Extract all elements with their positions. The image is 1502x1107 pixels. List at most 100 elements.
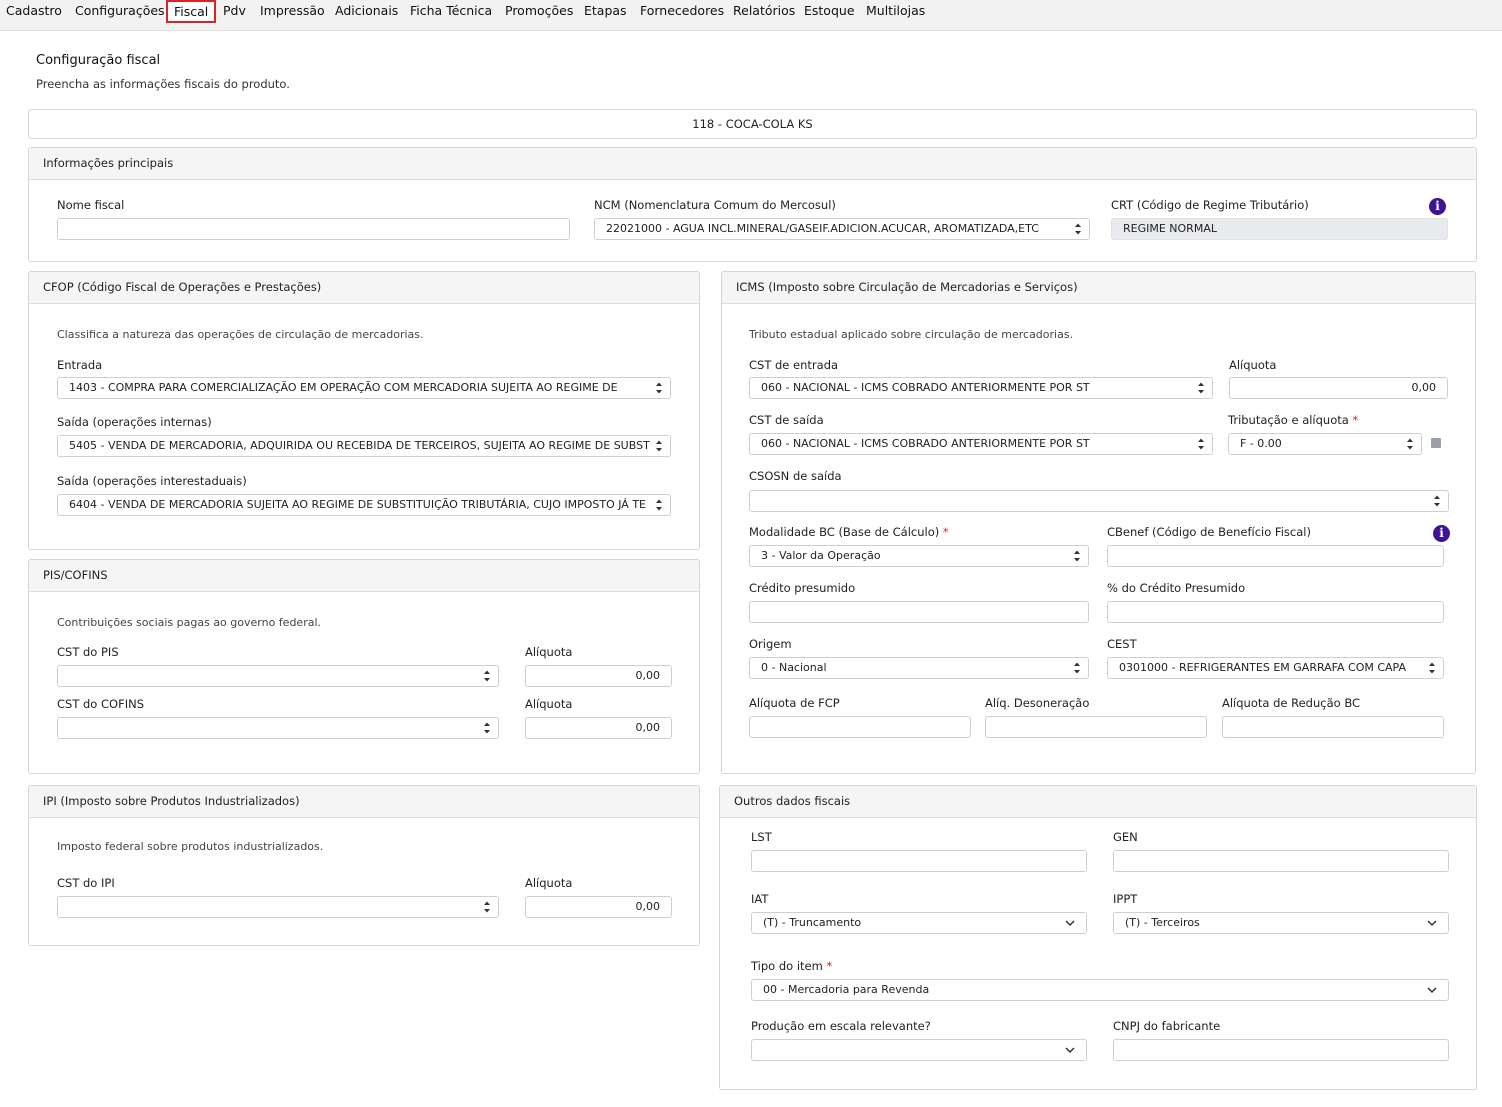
main-info-header: Informações principais — [29, 148, 1476, 180]
pct-credito-input[interactable] — [1107, 601, 1444, 623]
chevron-down-icon — [1427, 920, 1437, 927]
select-arrows-icon — [1074, 550, 1080, 562]
cst-saida-select-value: 060 - NACIONAL - ICMS COBRADO ANTERIORME… — [761, 437, 1090, 450]
aliquota-ipi-input[interactable]: 0,00 — [525, 896, 672, 918]
select-arrows-icon — [1198, 438, 1204, 450]
cst-saida-select[interactable]: 060 - NACIONAL - ICMS COBRADO ANTERIORME… — [749, 433, 1213, 455]
ipi-description: Imposto federal sobre produtos industria… — [57, 840, 324, 853]
tributacao-select-value: F - 0.00 — [1240, 437, 1282, 450]
tab-fiscal[interactable]: Fiscal — [166, 0, 217, 23]
tab-estoque[interactable]: Estoque — [804, 0, 855, 22]
saida-internas-select-value: 5405 - VENDA DE MERCADORIA, ADQUIRIDA OU… — [69, 439, 650, 452]
saida-internas-label: Saída (operações internas) — [57, 415, 212, 429]
tab-pdv[interactable]: Pdv — [223, 0, 246, 22]
escala-select[interactable] — [751, 1039, 1087, 1061]
iat-select[interactable]: (T) - Truncamento — [751, 912, 1087, 934]
cst-entrada-select[interactable]: 060 - NACIONAL - ICMS COBRADO ANTERIORME… — [749, 377, 1213, 399]
select-arrows-icon — [1074, 662, 1080, 674]
tab-multilojas[interactable]: Multilojas — [866, 0, 925, 22]
chevron-down-icon — [1427, 987, 1437, 994]
desoneracao-input[interactable] — [985, 716, 1207, 738]
entrada-select[interactable]: 1403 - COMPRA PARA COMERCIALIZAÇÃO EM OP… — [57, 377, 671, 399]
ippt-select[interactable]: (T) - Terceiros — [1113, 912, 1449, 934]
ncm-label: NCM (Nomenclatura Comum do Mercosul) — [594, 198, 836, 212]
origem-select[interactable]: 0 - Nacional — [749, 657, 1089, 679]
crt-label: CRT (Código de Regime Tributário) — [1111, 198, 1309, 212]
icms-header: ICMS (Imposto sobre Circulação de Mercad… — [722, 272, 1475, 304]
select-arrows-icon — [484, 722, 490, 734]
aliquota-cofins-input[interactable]: 0,00 — [525, 717, 672, 739]
cst-entrada-label: CST de entrada — [749, 358, 839, 372]
select-arrows-icon — [1198, 382, 1204, 394]
cst-ipi-label: CST do IPI — [57, 876, 115, 890]
lst-input[interactable] — [751, 850, 1087, 872]
tributacao-label-text: Tributação e alíquota — [1228, 413, 1349, 427]
calculator-icon[interactable] — [1431, 438, 1441, 448]
tab-cadastro[interactable]: Cadastro — [6, 0, 62, 22]
select-arrows-icon — [1429, 662, 1435, 674]
icms-description: Tributo estadual aplicado sobre circulaç… — [749, 328, 1074, 341]
crt-input: REGIME NORMAL — [1111, 218, 1448, 240]
select-arrows-icon — [1434, 495, 1440, 507]
select-arrows-icon — [484, 670, 490, 682]
reducao-bc-input[interactable] — [1222, 716, 1444, 738]
cst-ipi-select[interactable] — [57, 896, 499, 918]
tab-impressao[interactable]: Impressão — [260, 0, 325, 22]
cest-label: CEST — [1107, 637, 1137, 651]
tributacao-select[interactable]: F - 0.00 — [1228, 433, 1422, 455]
ipi-panel: IPI (Imposto sobre Produtos Industrializ… — [28, 785, 700, 946]
iat-label: IAT — [751, 892, 769, 906]
select-arrows-icon — [656, 382, 662, 394]
csosn-select[interactable] — [749, 490, 1449, 512]
lst-label: LST — [751, 830, 772, 844]
cbenef-input[interactable] — [1107, 545, 1444, 567]
cest-select[interactable]: 0301000 - REFRIGERANTES EM GARRAFA COM C… — [1107, 657, 1444, 679]
tipo-item-select-value: 00 - Mercadoria para Revenda — [763, 983, 930, 996]
cfop-description: Classifica a natureza das operações de c… — [57, 328, 424, 341]
cst-pis-select[interactable] — [57, 665, 499, 687]
tab-relatorios[interactable]: Relatórios — [733, 0, 795, 22]
tab-ficha-tecnica[interactable]: Ficha Técnica — [410, 0, 492, 22]
nome-fiscal-input[interactable] — [57, 218, 570, 240]
cbenef-info-icon[interactable]: i — [1433, 525, 1450, 542]
select-arrows-icon — [656, 499, 662, 511]
cst-cofins-label: CST do COFINS — [57, 697, 144, 711]
required-mark: * — [826, 959, 833, 973]
saida-interestaduais-select[interactable]: 6404 - VENDA DE MERCADORIA SUJEITA AO RE… — [57, 494, 671, 516]
cst-entrada-select-value: 060 - NACIONAL - ICMS COBRADO ANTERIORME… — [761, 381, 1090, 394]
aliquota-pis-input[interactable]: 0,00 — [525, 665, 672, 687]
csosn-label: CSOSN de saída — [749, 469, 842, 483]
gen-label: GEN — [1113, 830, 1138, 844]
aliquota-cofins-label: Alíquota — [525, 697, 573, 711]
required-mark: * — [1352, 413, 1359, 427]
aliquota-icms-input[interactable]: 0,00 — [1229, 377, 1448, 399]
modalidade-bc-select[interactable]: 3 - Valor da Operação — [749, 545, 1089, 567]
cnpj-fabricante-input[interactable] — [1113, 1039, 1449, 1061]
tab-etapas[interactable]: Etapas — [584, 0, 627, 22]
chevron-down-icon — [1065, 1047, 1075, 1054]
crt-info-icon[interactable]: i — [1429, 198, 1446, 215]
tab-fornecedores[interactable]: Fornecedores — [640, 0, 724, 22]
tab-configuracoes[interactable]: Configurações — [75, 0, 165, 22]
pct-credito-label: % do Crédito Presumido — [1107, 581, 1246, 595]
fcp-input[interactable] — [749, 716, 971, 738]
icms-panel: ICMS (Imposto sobre Circulação de Mercad… — [721, 271, 1476, 774]
tab-promocoes[interactable]: Promoções — [505, 0, 573, 22]
ipi-header: IPI (Imposto sobre Produtos Industrializ… — [29, 786, 699, 818]
entrada-select-value: 1403 - COMPRA PARA COMERCIALIZAÇÃO EM OP… — [69, 381, 618, 394]
gen-input[interactable] — [1113, 850, 1449, 872]
fcp-label: Alíquota de FCP — [749, 696, 840, 710]
tipo-item-select[interactable]: 00 - Mercadoria para Revenda — [751, 979, 1449, 1001]
aliquota-ipi-label: Alíquota — [525, 876, 573, 890]
cst-pis-label: CST do PIS — [57, 645, 119, 659]
saida-internas-select[interactable]: 5405 - VENDA DE MERCADORIA, ADQUIRIDA OU… — [57, 435, 671, 457]
page-title: Configuração fiscal — [36, 53, 161, 68]
cst-cofins-select[interactable] — [57, 717, 499, 739]
saida-interestaduais-label: Saída (operações interestaduais) — [57, 474, 247, 488]
ncm-select[interactable]: 22021000 - AGUA INCL.MINERAL/GASEIF.ADIC… — [594, 218, 1090, 240]
tributacao-label: Tributação e alíquota * — [1228, 413, 1358, 427]
required-mark: * — [942, 525, 949, 539]
chevron-down-icon — [1065, 920, 1075, 927]
tab-adicionais[interactable]: Adicionais — [335, 0, 398, 22]
credito-presumido-input[interactable] — [749, 601, 1089, 623]
